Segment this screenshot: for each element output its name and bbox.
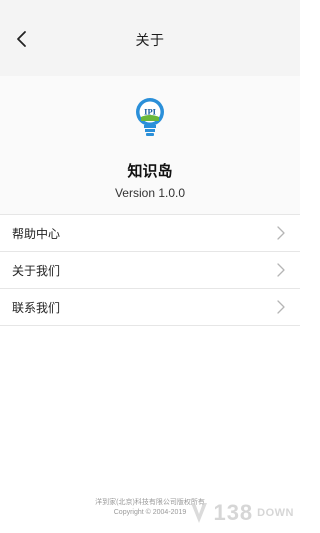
menu-item-help-center[interactable]: 帮助中心 (0, 215, 300, 252)
watermark-logo-icon (191, 503, 208, 523)
top-bar: 关于 (0, 0, 300, 76)
menu-item-label: 关于我们 (12, 264, 61, 278)
watermark-number: 138 (213, 500, 254, 525)
menu-item-about-us[interactable]: 关于我们 (0, 252, 300, 289)
menu-item-label: 联系我们 (12, 301, 61, 315)
chevron-right-icon (277, 263, 285, 277)
menu-item-contact-us[interactable]: 联系我们 (0, 289, 300, 326)
settings-menu: 帮助中心 关于我们 联系我们 (0, 214, 300, 326)
watermark-suffix: DOWN (257, 507, 294, 519)
page-title: 关于 (135, 32, 165, 48)
menu-item-label: 帮助中心 (12, 227, 61, 241)
app-logo-icon: IPI (136, 98, 164, 136)
chevron-right-icon (277, 300, 285, 314)
app-version: Version 1.0.0 (114, 186, 186, 200)
logo-text: IPI (144, 108, 156, 117)
watermark: 138 DOWN (189, 499, 294, 527)
app-name: 知识岛 (127, 163, 173, 180)
chevron-right-icon (277, 226, 285, 240)
